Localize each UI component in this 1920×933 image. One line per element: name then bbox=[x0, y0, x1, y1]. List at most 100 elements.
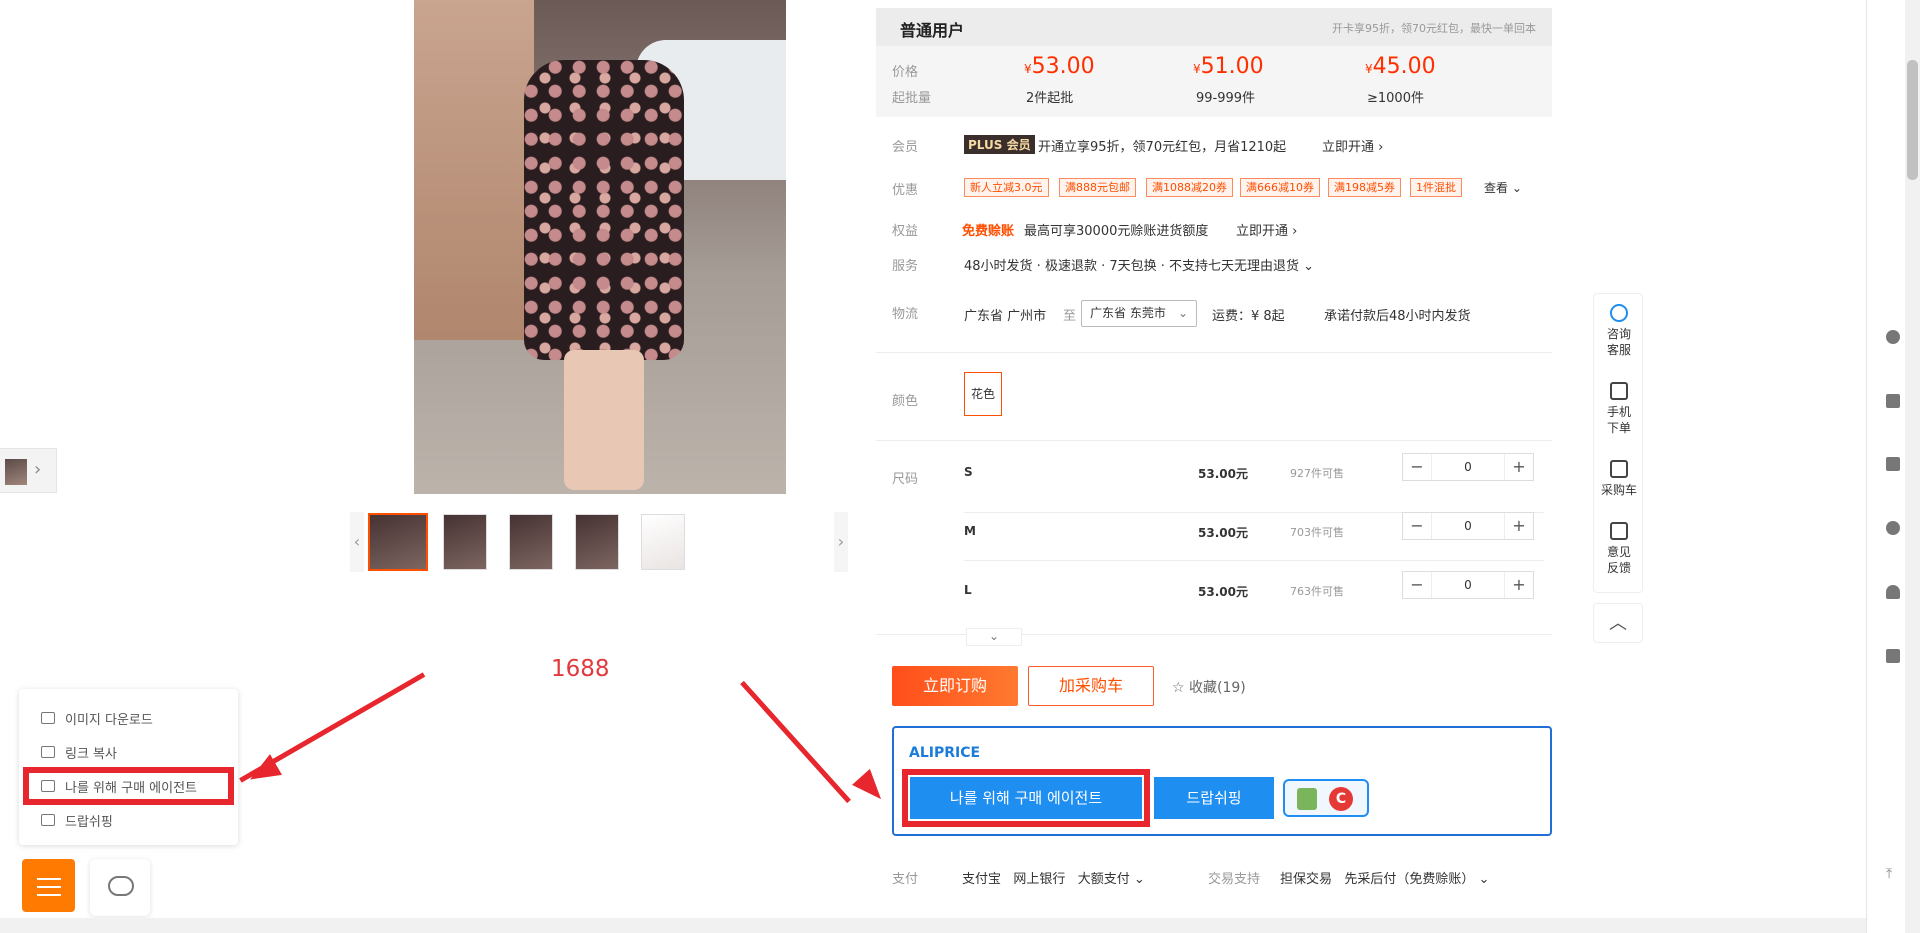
size-price: 53.00元 bbox=[1198, 585, 1248, 599]
c-logo-icon: C bbox=[1329, 787, 1353, 811]
free-credit-tag: 免费赊账 bbox=[962, 224, 1015, 239]
thumbnail-1[interactable] bbox=[368, 513, 428, 571]
add-to-cart-button[interactable]: 加采购车 bbox=[1028, 666, 1154, 706]
discount-label: 优惠 bbox=[892, 183, 919, 198]
quantity-input[interactable]: 0 bbox=[1431, 454, 1505, 480]
chevron-right-icon: › bbox=[34, 459, 42, 480]
extension-context-menu: 이미지 다운로드 링크 복사 나를 위해 구매 에이전트 드랍쉬핑 bbox=[19, 689, 238, 845]
horizontal-scrollbar[interactable] bbox=[0, 918, 1866, 933]
coupon-tag[interactable]: 1件混批 bbox=[1410, 178, 1462, 197]
service-label: 服务 bbox=[892, 259, 919, 274]
menu-item-purchase-agent[interactable]: 나를 위해 구매 에이전트 bbox=[23, 767, 234, 805]
size-row-s: S 53.00元 927件可售 − 0 + bbox=[964, 453, 1544, 513]
coupon-tag[interactable]: 满198减5券 bbox=[1328, 178, 1401, 197]
clock-icon[interactable] bbox=[1886, 330, 1900, 344]
buy-now-button[interactable]: 立即订购 bbox=[892, 666, 1018, 706]
mobile-order-button[interactable]: 手机 下单 bbox=[1594, 382, 1644, 436]
store-integrations-button[interactable]: C bbox=[1283, 779, 1369, 817]
color-label: 颜色 bbox=[892, 394, 919, 409]
service-text[interactable]: 48小时发货 · 极速退款 · 7天包换 · 不支持七天无理由退货 ⌄ bbox=[964, 255, 1314, 274]
thumbnail-2[interactable] bbox=[443, 514, 487, 570]
quantity-input[interactable]: 0 bbox=[1431, 513, 1505, 539]
trade-support-label: 交易支持 bbox=[1208, 872, 1261, 887]
member-open-link[interactable]: 立即开通 › bbox=[1322, 136, 1383, 155]
mail-icon[interactable] bbox=[1886, 394, 1900, 408]
tier-1-price: ¥53.00 bbox=[1024, 54, 1095, 79]
increment-button[interactable]: + bbox=[1505, 572, 1533, 598]
quantity-input[interactable]: 0 bbox=[1431, 572, 1505, 598]
size-price: 53.00元 bbox=[1198, 467, 1248, 481]
bell-icon[interactable] bbox=[1886, 585, 1900, 599]
scrollbar-thumb[interactable] bbox=[1907, 60, 1918, 180]
tier-3-qty: ≥1000件 bbox=[1367, 91, 1424, 106]
menu-item-dropshipping[interactable]: 드랍쉬핑 bbox=[19, 803, 238, 837]
price-header: 普通用户 开卡享95折，领70元红包，最快一单回本 bbox=[876, 8, 1552, 46]
back-to-top-button[interactable]: ︿ bbox=[1593, 603, 1643, 643]
tier-1-qty: 2件起批 bbox=[1026, 91, 1074, 106]
payment-methods[interactable]: 支付宝 网上银行 大额支付 ⌄ bbox=[962, 868, 1145, 887]
benefit-open-link[interactable]: 立即开通 › bbox=[1236, 220, 1297, 239]
thumbnail-5[interactable] bbox=[641, 514, 685, 570]
feedback-button[interactable]: 意见 反馈 bbox=[1594, 522, 1644, 576]
member-text: 开通立享95折，领70元红包，月省1210起 bbox=[1038, 140, 1287, 155]
to-top-icon[interactable]: ⤒ bbox=[1886, 866, 1892, 882]
coupon-view-more[interactable]: 查看 ⌄ bbox=[1484, 179, 1522, 196]
bookmark-icon[interactable] bbox=[1886, 457, 1900, 471]
purchase-agent-button[interactable]: 나를 위해 구매 에이전트 bbox=[902, 769, 1150, 827]
moq-label: 起批量 bbox=[892, 91, 932, 106]
cart-icon bbox=[41, 780, 55, 792]
purchase-cart-button[interactable]: 采购车 bbox=[1594, 460, 1644, 498]
footprint-icon[interactable] bbox=[1886, 521, 1900, 535]
trade-support-text[interactable]: 担保交易 先采后付（免费赊账） ⌄ bbox=[1280, 868, 1489, 887]
size-label: 尺码 bbox=[892, 472, 919, 487]
menu-item-copy-link[interactable]: 링크 복사 bbox=[19, 735, 238, 769]
plus-member-badge: PLUS 会员 bbox=[964, 135, 1035, 154]
menu-item-image-download[interactable]: 이미지 다운로드 bbox=[19, 701, 238, 735]
chat-icon bbox=[108, 876, 134, 896]
thumbnail-3[interactable] bbox=[509, 514, 553, 570]
coupon-tag[interactable]: 满1088减20券 bbox=[1146, 178, 1233, 197]
favorite-button[interactable]: ☆ 收藏(19) bbox=[1172, 677, 1246, 697]
annotation-arrow-right bbox=[740, 680, 851, 804]
increment-button[interactable]: + bbox=[1505, 454, 1533, 480]
payment-label: 支付 bbox=[892, 872, 919, 887]
collapsed-thumbnail-tab[interactable]: › bbox=[0, 448, 57, 493]
coupon-tag[interactable]: 新人立减3.0元 bbox=[964, 178, 1049, 197]
tier-3-price: ¥45.00 bbox=[1365, 54, 1436, 79]
chevron-down-icon: ⌄ bbox=[1177, 306, 1188, 320]
thumb-next-arrow-icon[interactable]: › bbox=[834, 512, 848, 572]
copy-icon bbox=[41, 746, 55, 758]
decrement-button[interactable]: − bbox=[1403, 513, 1431, 539]
color-option-floral[interactable]: 花色 bbox=[964, 372, 1002, 416]
chat-button[interactable] bbox=[90, 859, 150, 916]
size-expand-toggle[interactable]: ⌄ bbox=[966, 628, 1022, 646]
ship-from: 广东省 广州市 bbox=[964, 309, 1047, 324]
product-main-image[interactable] bbox=[414, 0, 786, 494]
size-row-m: M 53.00元 703件可售 − 0 + bbox=[964, 512, 1544, 572]
size-name: L bbox=[964, 583, 972, 597]
destination-select[interactable]: 广东省 东莞市 ⌄ bbox=[1081, 300, 1197, 327]
decrement-button[interactable]: − bbox=[1403, 572, 1431, 598]
size-row-l: L 53.00元 763件可售 − 0 + bbox=[964, 571, 1544, 631]
shopify-icon bbox=[1297, 788, 1317, 810]
coupon-tag[interactable]: 满666减10券 bbox=[1240, 178, 1320, 197]
increment-button[interactable]: + bbox=[1505, 513, 1533, 539]
dropshipping-button[interactable]: 드랍쉬핑 bbox=[1154, 777, 1274, 819]
member-label: 会员 bbox=[892, 140, 919, 155]
customer-service-button[interactable]: 咨询 客服 bbox=[1594, 304, 1644, 358]
thumb-prev-arrow-icon[interactable]: ‹ bbox=[350, 512, 364, 572]
membership-promo-link[interactable]: 开卡享95折，领70元红包，最快一单回本 bbox=[1332, 20, 1536, 36]
mini-thumbnail bbox=[5, 459, 27, 485]
size-name: S bbox=[964, 465, 973, 479]
shipping-promise: 承诺付款后48小时内发货 bbox=[1324, 309, 1471, 324]
price-label: 价格 bbox=[892, 65, 919, 80]
coupon-tag[interactable]: 满888元包邮 bbox=[1059, 178, 1136, 197]
benefit-text: 最高可享30000元赊账进货额度 bbox=[1024, 224, 1209, 239]
extension-menu-button[interactable] bbox=[22, 859, 75, 912]
thumbnail-4[interactable] bbox=[575, 514, 619, 570]
decrement-button[interactable]: − bbox=[1403, 454, 1431, 480]
size-stock: 927件可售 bbox=[1290, 467, 1344, 480]
tier-2-qty: 99-999件 bbox=[1196, 91, 1256, 106]
size-stock: 703件可售 bbox=[1290, 526, 1344, 539]
notebook-icon[interactable] bbox=[1886, 649, 1900, 663]
